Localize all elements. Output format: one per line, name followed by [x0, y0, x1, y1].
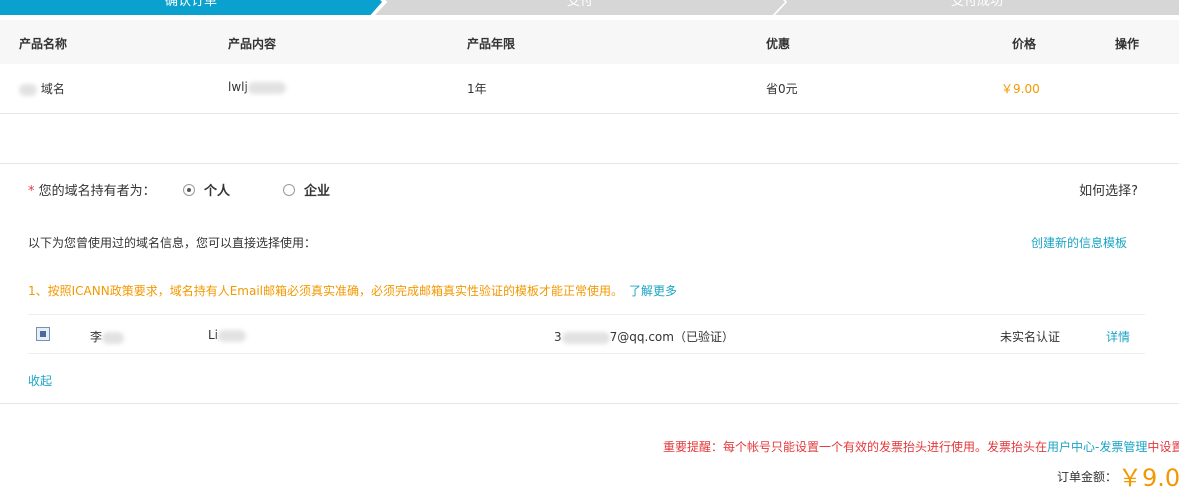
invoice-management-link[interactable]: 用户中心-发票管理 [1047, 440, 1147, 454]
product-table-header: 产品名称 产品内容 产品年限 优惠 价格 操作 [0, 20, 1179, 64]
template-name: 李 [90, 330, 103, 344]
redacted-text [247, 81, 286, 94]
template-select-radio[interactable] [36, 327, 50, 341]
redacted-text [218, 329, 247, 342]
holder-option-label: 企业 [304, 184, 331, 199]
template-email-prefix: 3 [554, 330, 562, 344]
create-template-link[interactable]: 创建新的信息模板 [1031, 234, 1127, 251]
template-name-cell: 李 [90, 328, 125, 345]
reminder-text: 重要提醒：每个帐号只能设置一个有效的发票抬头进行使用。发票抬头在 [663, 440, 1048, 454]
order-progress-steps: 确认订单 支付 支付成功 [0, 0, 1179, 15]
reminder-suffix: 中设置 [1147, 440, 1179, 454]
header-price: 价格 [1012, 37, 1037, 51]
invoice-reminder: 重要提醒：每个帐号只能设置一个有效的发票抬头进行使用。发票抬头在用户中心-发票管… [663, 438, 1179, 455]
template-email-suffix: 7@qq.com（已验证） [609, 330, 734, 344]
step-confirm-order: 确认订单 [0, 0, 382, 15]
holder-option-individual[interactable]: 个人 [183, 180, 230, 199]
required-mark: * [28, 184, 35, 199]
product-price: ￥9.00 [1001, 82, 1040, 96]
template-detail-link[interactable]: 详情 [1106, 328, 1130, 345]
step-payment: 支付 [375, 0, 785, 15]
product-years: 1年 [467, 82, 487, 96]
product-table-row: 域名 lwlj 1年 省0元 ￥9.00 [0, 64, 1179, 114]
radio-checked-icon[interactable] [183, 183, 195, 196]
template-email-cell: 3 7@qq.com（已验证） [554, 328, 734, 345]
product-name: 域名 [40, 82, 65, 96]
product-content: lwlj [228, 80, 248, 94]
header-action: 操作 [1115, 37, 1140, 51]
step-payment-success: 支付成功 [775, 0, 1179, 15]
holder-type-label: * 您的域名持有者为： [28, 180, 156, 199]
templates-intro: 以下为您曾使用过的域名信息，您可以直接选择使用： [28, 236, 317, 250]
header-product-name: 产品名称 [19, 37, 68, 51]
collapse-link[interactable]: 收起 [28, 372, 52, 389]
holder-option-label: 个人 [204, 184, 231, 199]
template-pinyin: Li [208, 328, 219, 342]
section-divider [0, 163, 1179, 164]
template-status: 未实名认证 [1000, 330, 1061, 344]
header-discount: 优惠 [766, 37, 791, 51]
section-divider [0, 403, 1179, 404]
header-product-content: 产品内容 [228, 37, 277, 51]
product-name-cell: 域名 [19, 80, 65, 97]
product-discount: 省0元 [766, 82, 798, 96]
redacted-text [102, 331, 125, 344]
radio-unchecked-icon[interactable] [283, 183, 295, 196]
template-row[interactable]: 李 Li 3 7@qq.com（已验证） 未实名认证 详情 [28, 314, 1145, 354]
product-content-cell: lwlj [228, 80, 286, 94]
redacted-text [561, 331, 610, 344]
holder-type-text: 您的域名持有者为： [38, 184, 156, 199]
holder-option-company[interactable]: 企业 [283, 180, 330, 199]
how-to-choose-link[interactable]: 如何选择? [1079, 180, 1138, 199]
order-total-label: 订单金额： [1057, 470, 1118, 484]
learn-more-link[interactable]: 了解更多 [629, 284, 677, 298]
order-total-amount: ￥9.00 [1118, 464, 1179, 490]
redacted-text [19, 83, 37, 96]
icann-notice-text: 1、按照ICANN政策要求，域名持有人Email邮箱必须真实准确，必须完成邮箱真… [28, 284, 624, 298]
template-pinyin-cell: Li [208, 328, 247, 342]
header-product-years: 产品年限 [467, 37, 516, 51]
icann-notice: 1、按照ICANN政策要求，域名持有人Email邮箱必须真实准确，必须完成邮箱真… [28, 282, 677, 299]
